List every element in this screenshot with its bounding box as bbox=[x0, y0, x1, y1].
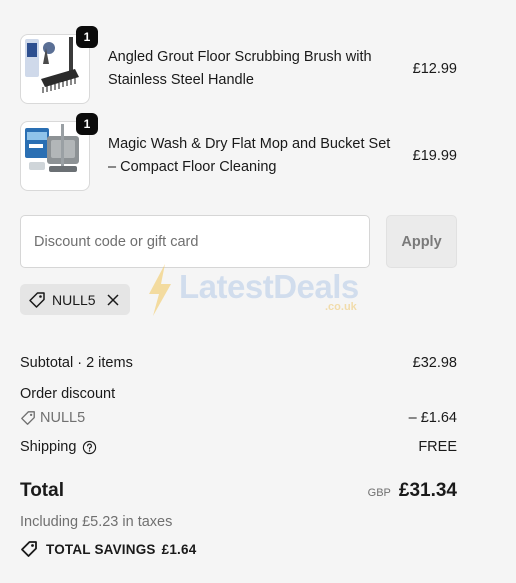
apply-button[interactable]: Apply bbox=[386, 215, 457, 268]
discount-form: Apply bbox=[20, 215, 457, 268]
tag-icon bbox=[21, 411, 35, 425]
shipping-row: Shipping FREE bbox=[20, 439, 457, 455]
line-item: 1 Angled Grout Floor Scrubbing Brush wit… bbox=[20, 26, 457, 104]
help-icon[interactable] bbox=[82, 440, 97, 455]
order-discount-label: Order discount bbox=[20, 386, 116, 402]
discount-code-text: NULL5 bbox=[40, 410, 86, 426]
product-price: £12.99 bbox=[412, 61, 457, 77]
total-value-wrap: GBP £31.34 bbox=[368, 480, 457, 502]
product-price: £19.99 bbox=[412, 148, 457, 164]
shipping-label-wrap: Shipping bbox=[20, 439, 97, 455]
subtotal-row: Subtotal · 2 items £32.98 bbox=[20, 355, 457, 371]
shipping-label: Shipping bbox=[20, 439, 77, 455]
taxes-text: Including £5.23 in taxes bbox=[20, 514, 173, 530]
remove-discount-icon[interactable] bbox=[106, 293, 120, 307]
total-amount: £31.34 bbox=[398, 480, 457, 501]
total-row: Total GBP £31.34 bbox=[20, 480, 457, 502]
product-thumbnail-wrap: 1 bbox=[20, 26, 98, 104]
savings-row: TOTAL SAVINGS £1.64 bbox=[20, 540, 457, 558]
discount-code-input[interactable] bbox=[20, 215, 370, 268]
product-title: Magic Wash & Dry Flat Mop and Bucket Set… bbox=[108, 136, 391, 175]
product-thumbnail-wrap: 1 bbox=[20, 113, 98, 191]
savings-label: TOTAL SAVINGS bbox=[46, 541, 156, 557]
subtotal-value: £32.98 bbox=[412, 355, 457, 371]
product-title: Angled Grout Floor Scrubbing Brush with … bbox=[108, 49, 372, 88]
order-discount-label-row: Order discount bbox=[20, 386, 457, 402]
discount-value: – £1.64 bbox=[408, 410, 457, 426]
quantity-badge: 1 bbox=[76, 113, 98, 135]
savings-value: £1.64 bbox=[161, 541, 197, 557]
total-label: Total bbox=[20, 480, 64, 501]
taxes-row: Including £5.23 in taxes bbox=[20, 514, 457, 530]
order-discount-row: NULL5 – £1.64 bbox=[20, 410, 457, 426]
savings-tag-icon bbox=[21, 541, 37, 557]
subtotal-label: Subtotal · 2 items bbox=[20, 355, 133, 371]
applied-discount-chip: NULL5 bbox=[20, 284, 130, 315]
watermark-brand: LatestDeals bbox=[179, 268, 359, 305]
line-item: 1 Magic Wash & Dry Flat Mop and Bucket S… bbox=[20, 113, 457, 191]
shipping-value: FREE bbox=[418, 439, 457, 455]
discount-code-summary: NULL5 bbox=[20, 410, 85, 426]
watermark-domain: .co.uk bbox=[325, 301, 357, 313]
tag-icon bbox=[29, 291, 45, 308]
currency-code: GBP bbox=[367, 487, 391, 499]
lightning-bolt-icon bbox=[149, 264, 171, 316]
discount-code-label: NULL5 bbox=[52, 291, 96, 308]
quantity-badge: 1 bbox=[76, 26, 98, 48]
watermark: LatestDeals .co.uk bbox=[145, 262, 375, 320]
